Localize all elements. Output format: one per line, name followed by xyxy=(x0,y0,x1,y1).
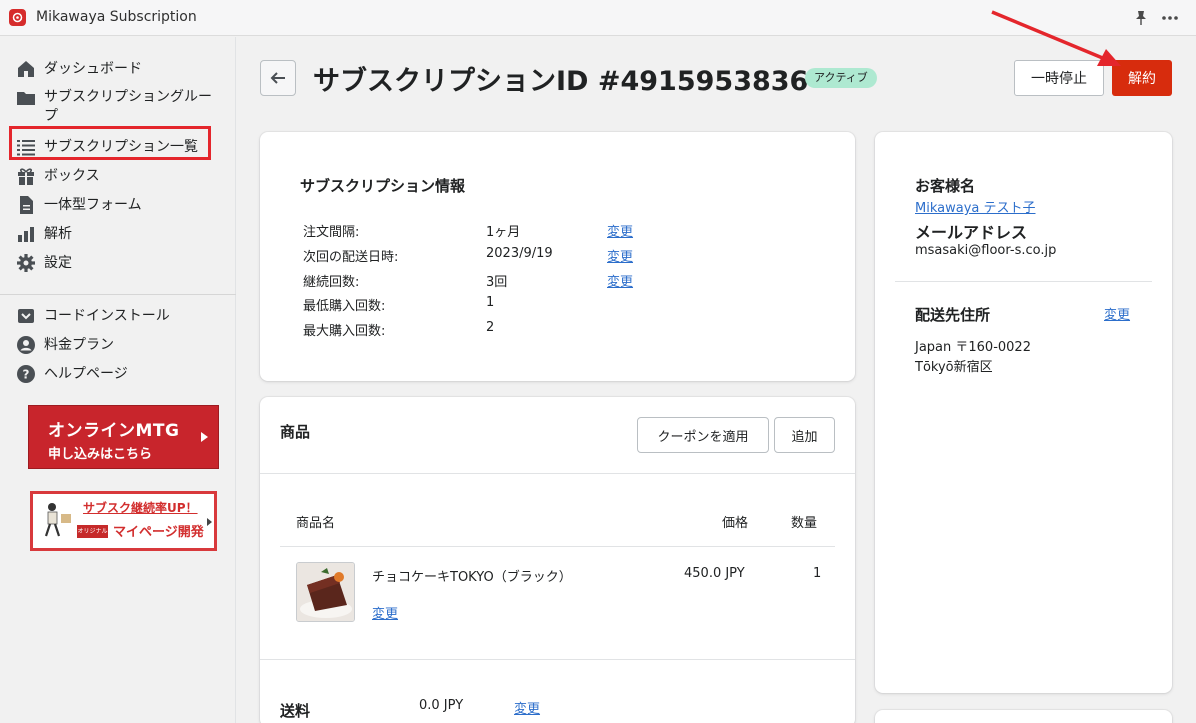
annotation-arrow-icon xyxy=(991,10,1121,66)
arrow-left-icon xyxy=(270,72,285,84)
divider xyxy=(280,546,835,547)
customer-name-title: お客様名 xyxy=(915,177,976,195)
shipping-value: 0.0 JPY xyxy=(419,698,464,713)
divider xyxy=(895,281,1152,282)
play-arrow-icon xyxy=(201,432,208,442)
sidebar-item-analytics[interactable]: 解析 xyxy=(16,224,72,244)
app-logo-icon xyxy=(9,9,26,26)
mtg-banner-title: オンラインMTG xyxy=(48,421,180,441)
change-delivery-date-link[interactable]: 変更 xyxy=(607,246,633,265)
info-section-title: サブスクリプション情報 xyxy=(300,177,466,195)
change-product-link[interactable]: 変更 xyxy=(372,603,398,622)
online-mtg-banner[interactable]: オンラインMTG 申し込みはこちら xyxy=(28,405,219,469)
change-shipping-link[interactable]: 変更 xyxy=(514,698,540,717)
up-banner-title: サブスク継続率UP！ xyxy=(83,501,198,515)
address-line-1: Japan 〒160-0022 xyxy=(915,340,1031,355)
sidebar-item-label: サブスクリプショングループ xyxy=(44,89,212,124)
user-circle-icon xyxy=(16,335,36,355)
code-install-icon xyxy=(16,306,36,326)
sidebar-item-label: ボックス xyxy=(44,168,100,184)
home-icon xyxy=(16,59,36,79)
sidebar-item-label: 料金プラン xyxy=(44,337,114,353)
sidebar-item-dashboard[interactable]: ダッシュボード xyxy=(16,59,142,79)
subscription-info-card: サブスクリプション情報 注文間隔: 1ヶ月 変更 次回の配送日時: 2023/9… xyxy=(260,132,855,381)
info-label: 最低購入回数: xyxy=(303,299,386,314)
change-renewal-count-link[interactable]: 変更 xyxy=(607,271,633,290)
original-tag: オリジナル xyxy=(77,525,108,538)
add-product-button[interactable]: 追加 xyxy=(774,417,835,453)
sidebar-item-settings[interactable]: 設定 xyxy=(16,253,72,273)
svg-text:?: ? xyxy=(23,368,30,382)
sidebar-item-label: ヘルプページ xyxy=(44,366,128,382)
sidebar-item-form[interactable]: 一体型フォーム xyxy=(16,195,142,215)
divider xyxy=(260,659,855,660)
max-purchase-value: 2 xyxy=(486,320,495,335)
apply-coupon-button[interactable]: クーポンを適用 xyxy=(637,417,769,453)
product-image xyxy=(296,562,355,622)
product-name: チョコケーキTOKYO（ブラック） xyxy=(372,570,572,585)
bar-chart-icon xyxy=(16,224,36,244)
app-title: Mikawaya Subscription xyxy=(36,9,197,25)
sidebar-item-label: 一体型フォーム xyxy=(44,197,142,213)
order-interval-value: 1ヶ月 xyxy=(486,225,521,240)
email-title: メールアドレス xyxy=(915,223,1028,242)
folder-icon xyxy=(16,88,36,108)
up-banner-subtitle: マイページ開発 xyxy=(113,525,204,540)
min-purchase-value: 1 xyxy=(486,295,495,310)
change-interval-link[interactable]: 変更 xyxy=(607,221,633,240)
person-figure-icon xyxy=(37,500,73,540)
info-label: 次回の配送日時: xyxy=(303,250,399,265)
customer-email: msasaki@floor-s.co.jp xyxy=(915,243,1057,258)
sidebar-item-subscription-groups[interactable]: サブスクリプショングループ xyxy=(16,88,214,126)
column-header-name: 商品名 xyxy=(296,516,336,531)
address-line-2: Tōkyō新宿区 xyxy=(915,360,993,375)
sidebar-item-box[interactable]: ボックス xyxy=(16,166,100,186)
info-label: 最大購入回数: xyxy=(303,324,386,339)
sidebar-item-help[interactable]: ? ヘルプページ xyxy=(16,364,128,384)
products-card: 商品 クーポンを適用 追加 商品名 価格 数量 チョコケーキTOKYO（ブラック… xyxy=(260,397,855,723)
gift-icon xyxy=(16,166,36,186)
back-button[interactable] xyxy=(260,60,296,96)
sidebar-item-pricing[interactable]: 料金プラン xyxy=(16,335,114,355)
sidebar: ダッシュボード サブスクリプショングループ サブスクリプション一覧 ボックス 一… xyxy=(0,37,236,723)
sidebar-item-label: ダッシュボード xyxy=(44,61,142,77)
page-title: サブスクリプションID #4915953836 xyxy=(313,66,809,97)
help-icon: ? xyxy=(16,364,36,384)
product-quantity: 1 xyxy=(813,566,822,581)
change-address-link[interactable]: 変更 xyxy=(1104,304,1130,323)
gear-icon xyxy=(16,253,36,273)
info-label: 注文間隔: xyxy=(303,225,360,240)
column-header-price: 価格 xyxy=(722,516,749,531)
shipping-label: 送料 xyxy=(280,702,311,720)
document-icon xyxy=(16,195,36,215)
customer-name-link[interactable]: Mikawaya テスト子 xyxy=(915,197,1036,216)
sidebar-item-label: 設定 xyxy=(44,255,72,271)
next-card xyxy=(875,710,1172,723)
column-header-qty: 数量 xyxy=(791,516,818,531)
sidebar-item-label: 解析 xyxy=(44,226,72,242)
status-badge: アクティブ xyxy=(805,68,877,88)
products-section-title: 商品 xyxy=(280,423,311,441)
address-title: 配送先住所 xyxy=(915,306,991,324)
divider xyxy=(260,473,855,474)
next-delivery-value: 2023/9/19 xyxy=(486,246,553,261)
renewal-count-value: 3回 xyxy=(486,275,508,290)
highlight-box xyxy=(9,126,211,160)
play-arrow-icon xyxy=(207,518,212,526)
retention-up-banner[interactable]: サブスク継続率UP！ オリジナル マイページ開発 xyxy=(30,491,217,551)
info-label: 継続回数: xyxy=(303,275,360,290)
more-options-icon[interactable] xyxy=(1160,9,1180,27)
customer-card: お客様名 Mikawaya テスト子 メールアドレス msasaki@floor… xyxy=(875,132,1172,693)
sidebar-divider xyxy=(0,294,236,295)
mtg-banner-subtitle: 申し込みはこちら xyxy=(48,447,153,462)
sidebar-item-code-install[interactable]: コードインストール xyxy=(16,306,170,326)
product-price: 450.0 JPY xyxy=(684,566,745,581)
sidebar-item-label: コードインストール xyxy=(44,308,170,324)
